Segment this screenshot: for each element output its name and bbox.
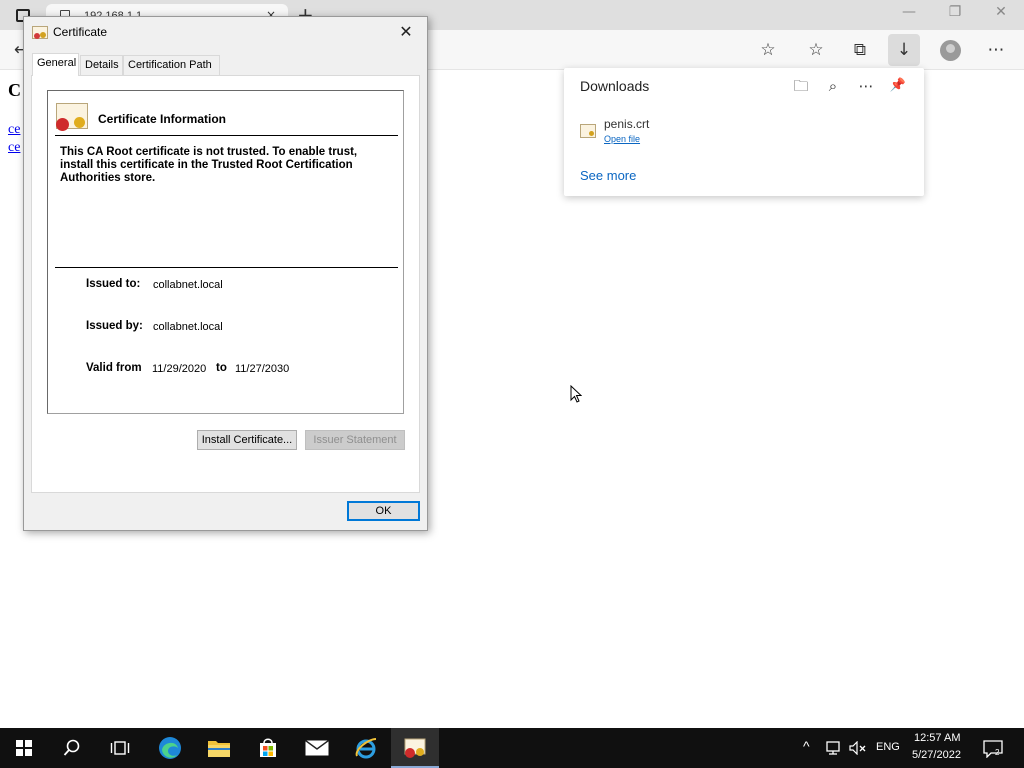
issuer-statement-button: Issuer Statement [305, 430, 405, 450]
open-file-link[interactable]: Open file [604, 134, 640, 144]
clock-date[interactable]: 5/27/2022 [912, 749, 961, 761]
minimize-button[interactable]: — [894, 4, 924, 20]
network-icon[interactable] [826, 741, 844, 755]
issued-by-label: Issued by: [86, 320, 143, 332]
pin-icon[interactable]: 📌 [888, 76, 908, 96]
search-icon[interactable]: ⌕ [823, 76, 843, 96]
ok-button[interactable]: OK [347, 501, 420, 521]
edge-icon [159, 737, 181, 759]
search-icon [63, 739, 80, 756]
internet-explorer-button[interactable] [342, 728, 390, 768]
tab-certification-path[interactable]: Certification Path [123, 55, 220, 75]
valid-from-label: Valid from [86, 362, 142, 374]
store-button[interactable] [244, 728, 292, 768]
issued-to-value: collabnet.local [153, 279, 223, 291]
untrusted-certificate-icon [56, 103, 88, 131]
mail-icon [305, 740, 329, 756]
valid-to-label: to [216, 362, 227, 374]
page-link[interactable]: ce [8, 122, 20, 138]
valid-from-value: 11/29/2020 [152, 363, 207, 375]
taskbar: ^ ENG 12:57 AM 5/27/2022 2 [0, 728, 1024, 768]
see-more-link[interactable]: See more [580, 168, 636, 183]
dialog-title: Certificate [53, 25, 108, 39]
certificate-file-icon [580, 124, 596, 138]
certificate-dialog: Certificate ✕ General Details Certificat… [23, 16, 428, 531]
mail-button[interactable] [293, 728, 341, 768]
add-favorite-icon[interactable]: ☆ [757, 39, 779, 61]
task-view-icon [110, 741, 130, 755]
folder-icon[interactable]: 🗀 [791, 76, 811, 96]
divider [55, 135, 398, 136]
mouse-cursor-icon [570, 385, 582, 403]
restore-button[interactable]: ❐ [940, 4, 970, 20]
tab-general[interactable]: General [32, 53, 79, 76]
file-explorer-button[interactable] [195, 728, 243, 768]
download-file-name[interactable]: penis.crt [604, 117, 649, 131]
store-icon [260, 738, 276, 757]
certificate-info-box: Certificate Information This CA Root cer… [47, 90, 404, 414]
downloads-panel: Downloads 🗀 ⌕ ⋯ 📌 penis.crt Open file Se… [564, 68, 924, 196]
more-icon[interactable]: ⋯ [985, 39, 1007, 61]
notification-center-icon[interactable] [983, 740, 1003, 758]
downloads-icon[interactable]: ↓ [888, 34, 920, 66]
page-heading: C [8, 80, 21, 100]
info-heading: Certificate Information [98, 112, 227, 126]
language-indicator[interactable]: ENG [876, 741, 900, 753]
certificate-icon [404, 738, 426, 758]
window-close-button[interactable]: ✕ [986, 4, 1016, 20]
edge-taskbar-button[interactable] [146, 728, 194, 768]
clock-time[interactable]: 12:57 AM [914, 732, 960, 744]
issued-by-value: collabnet.local [153, 321, 223, 333]
windows-logo-icon [16, 740, 32, 756]
page-link[interactable]: ce [8, 140, 20, 156]
more-options-icon[interactable]: ⋯ [856, 76, 876, 96]
trust-warning-text: This CA Root certificate is not trusted.… [60, 146, 358, 184]
volume-muted-icon[interactable] [849, 741, 867, 755]
internet-explorer-icon [355, 738, 377, 759]
search-button[interactable] [48, 728, 96, 768]
dialog-close-button[interactable]: ✕ [391, 19, 421, 45]
collections-icon[interactable]: ⧉ [849, 39, 871, 61]
install-certificate-button[interactable]: Install Certificate... [197, 430, 297, 450]
task-view-button[interactable] [96, 728, 144, 768]
divider [55, 267, 398, 268]
folder-icon [208, 741, 230, 757]
general-tab-panel: Certificate Information This CA Root cer… [31, 75, 420, 493]
certificate-icon [32, 26, 48, 39]
profile-avatar[interactable] [940, 40, 961, 61]
notification-count-badge: 2 [995, 748, 1000, 757]
favorites-icon[interactable]: ☆ [805, 39, 827, 61]
tab-details[interactable]: Details [80, 55, 123, 75]
certificate-taskbar-button[interactable] [391, 728, 439, 768]
start-button[interactable] [0, 728, 48, 768]
issued-to-label: Issued to: [86, 278, 141, 290]
downloads-title: Downloads [580, 78, 650, 94]
valid-to-value: 11/27/2030 [235, 363, 290, 375]
show-hidden-icons-chevron[interactable]: ^ [803, 738, 810, 754]
